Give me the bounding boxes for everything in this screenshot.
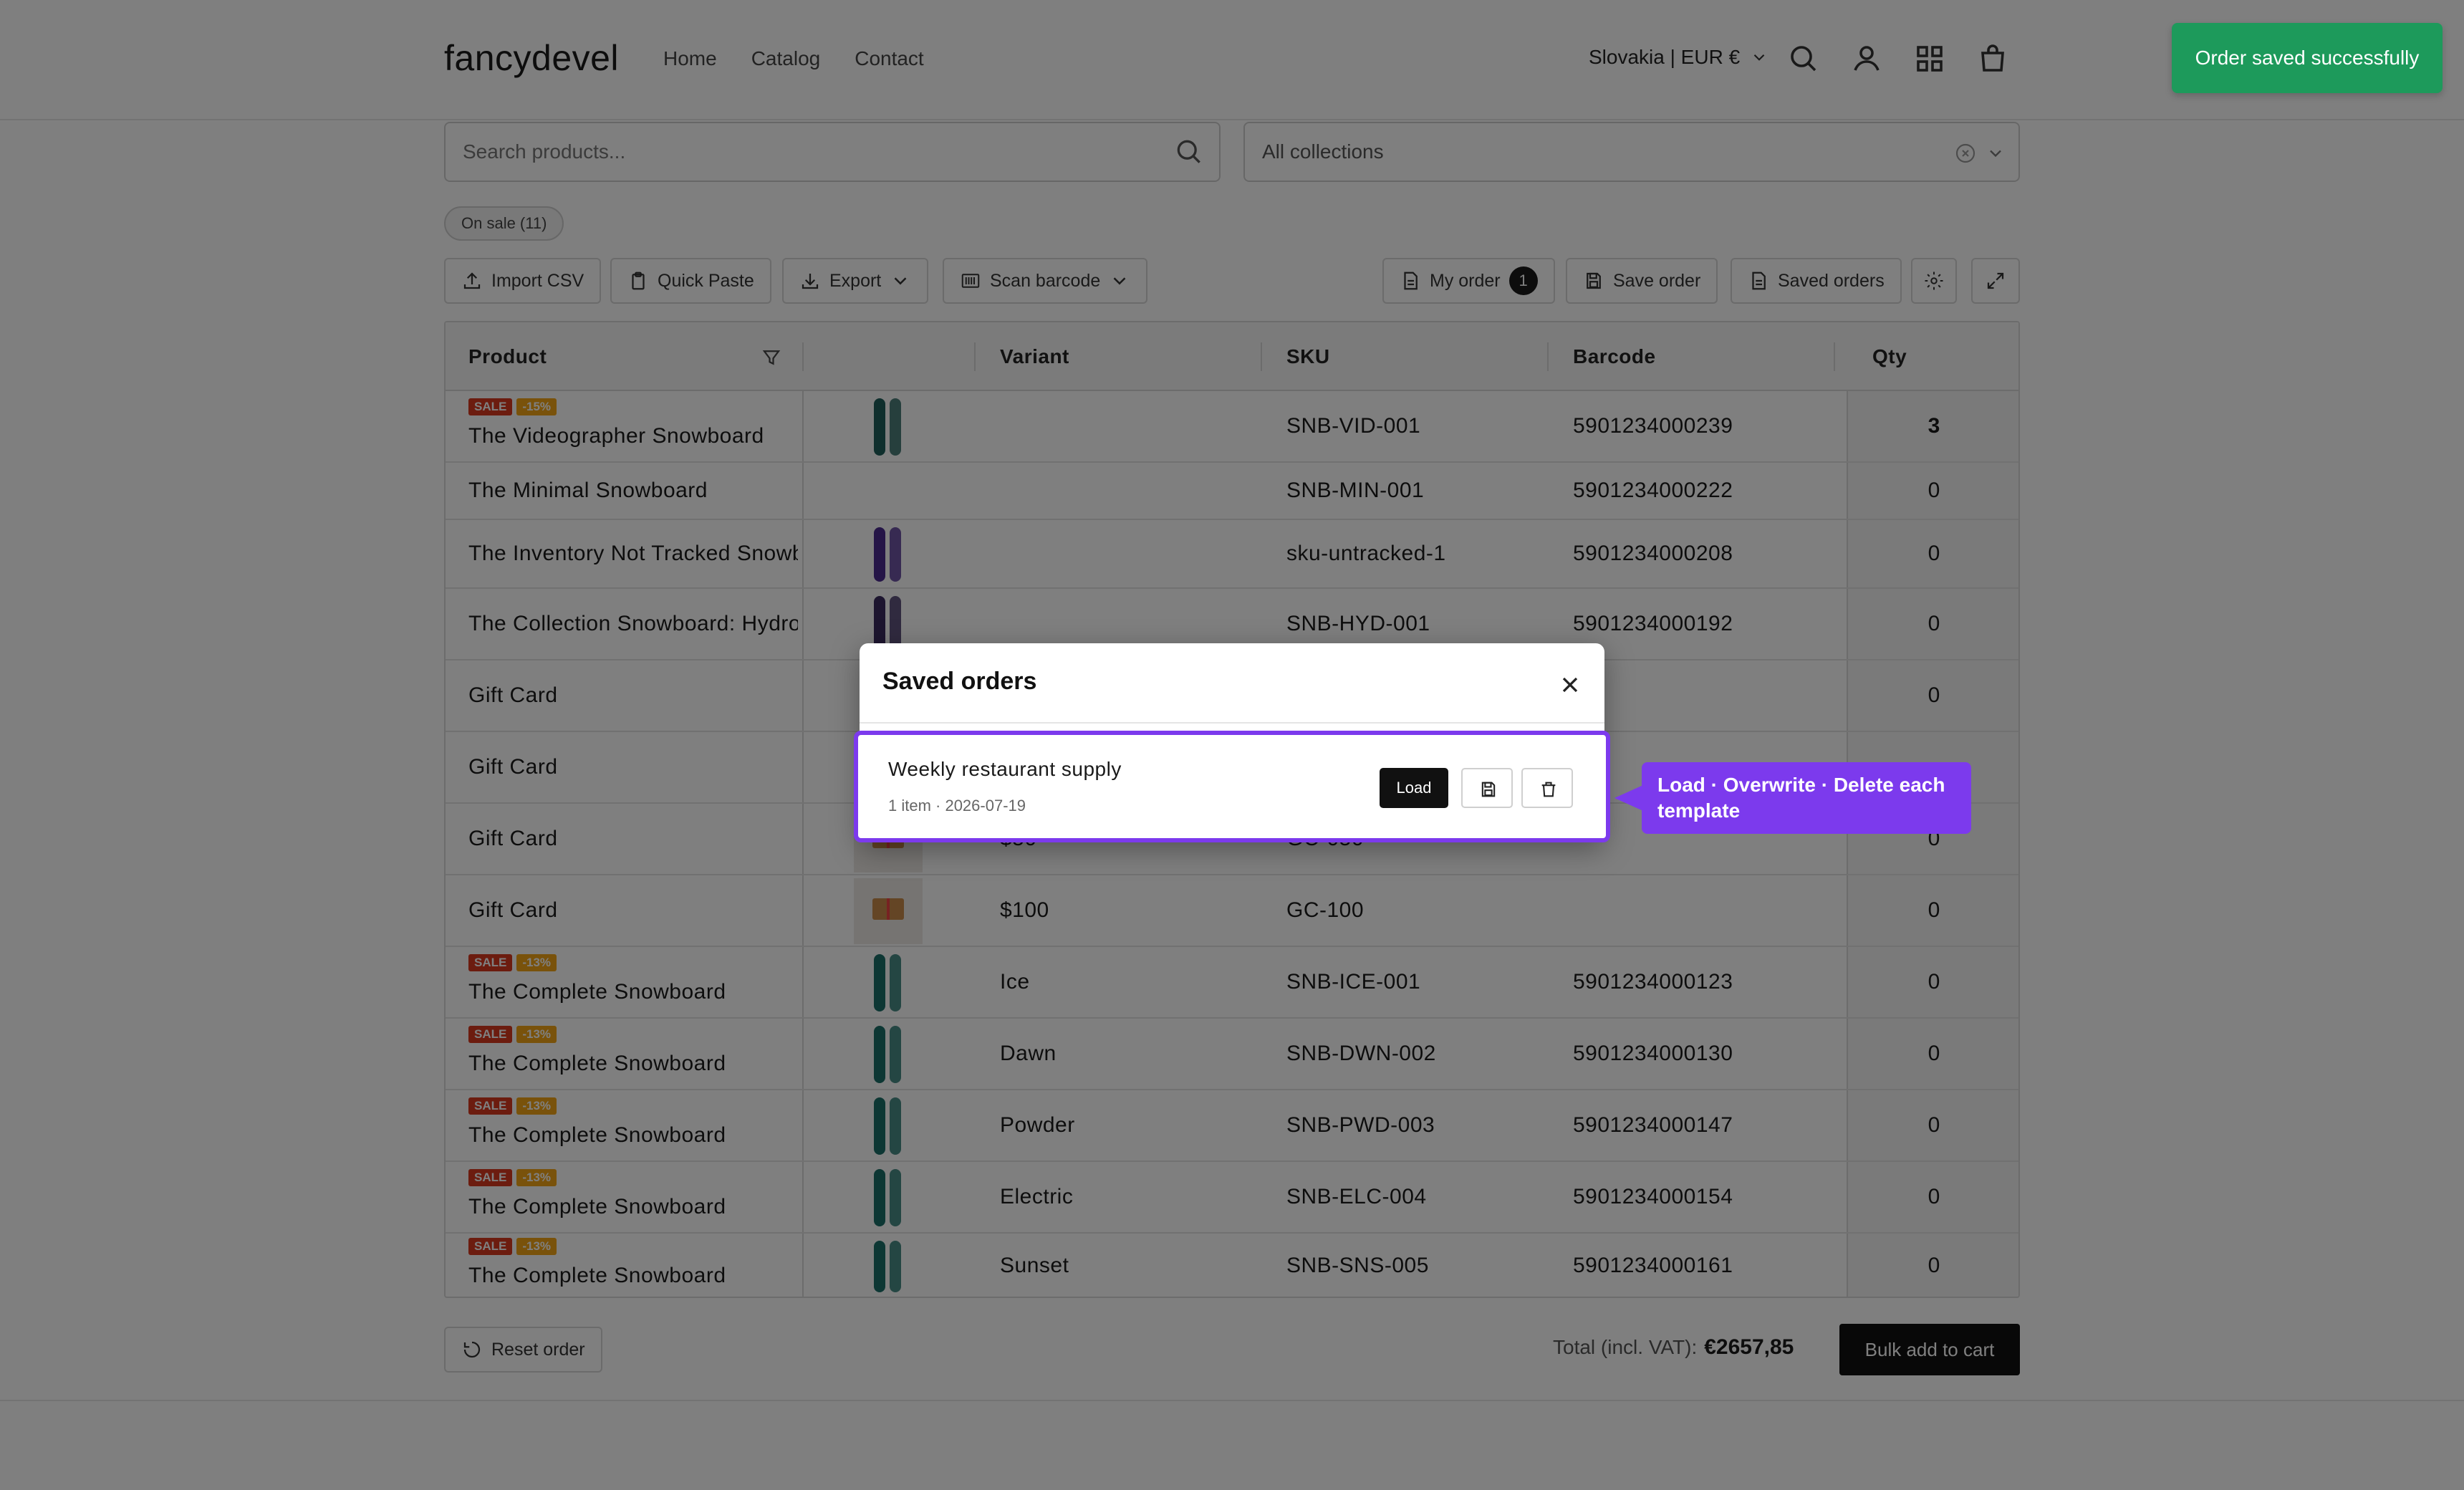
feature-tooltip: Load · Overwrite · Delete each template <box>1642 762 1971 834</box>
saved-order-meta: 1 item · 2026-07-19 <box>888 797 1026 814</box>
modal-title: Saved orders <box>882 668 1037 695</box>
saved-order-item: Weekly restaurant supply 1 item · 2026-0… <box>854 731 1610 842</box>
modal-divider <box>860 722 1604 724</box>
delete-button[interactable] <box>1521 768 1573 808</box>
save-icon <box>1481 782 1496 797</box>
trash-icon <box>1541 782 1556 797</box>
success-toast: Order saved successfully <box>2172 23 2443 93</box>
saved-order-name: Weekly restaurant supply <box>888 758 1122 780</box>
saved-orders-modal: Saved orders Weekly restaurant supply 1 … <box>854 643 1610 842</box>
overwrite-button[interactable] <box>1461 768 1513 808</box>
load-button[interactable]: Load <box>1380 768 1448 808</box>
tooltip-arrow <box>1614 785 1643 811</box>
close-icon[interactable] <box>1557 672 1583 698</box>
